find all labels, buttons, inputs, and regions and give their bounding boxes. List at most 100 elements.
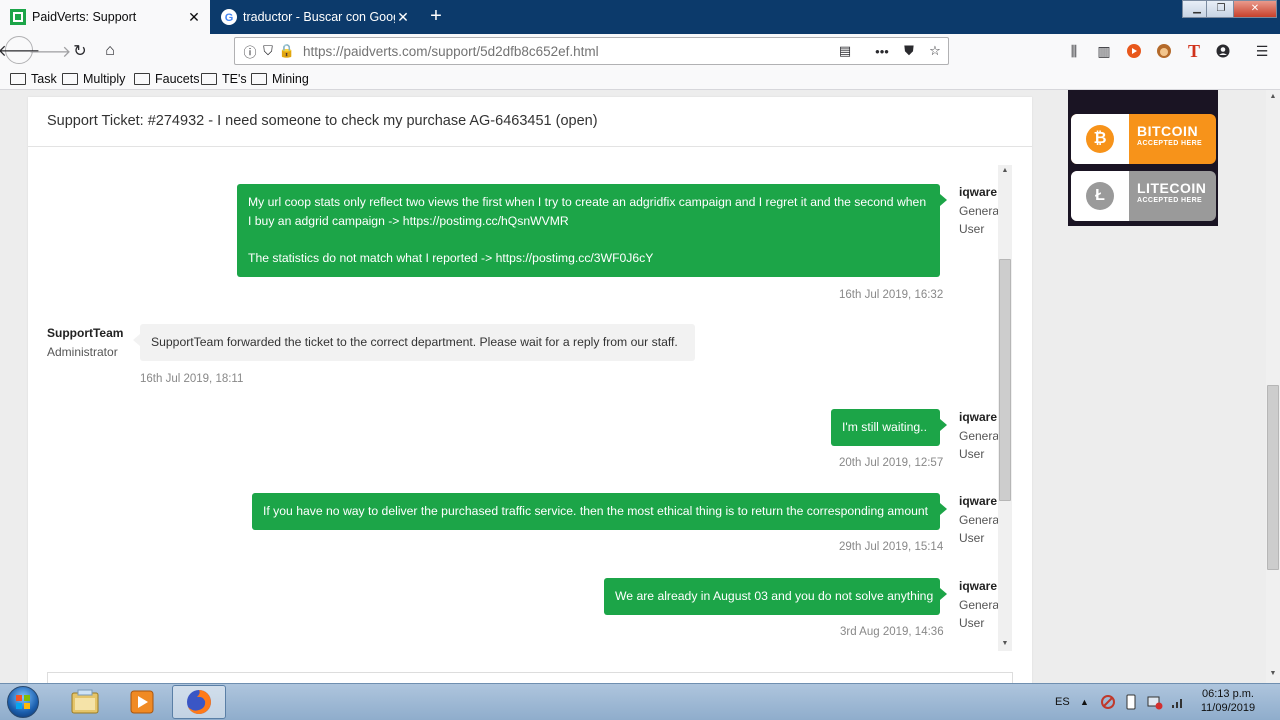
tab-strip: PaidVerts: Support ✕ G traductor - Busca…	[0, 0, 1280, 34]
clock-time: 06:13 p.m.	[1202, 688, 1254, 700]
bookmark-label: Faucets	[155, 72, 200, 86]
message-timestamp: 16th Jul 2019, 16:32	[839, 289, 944, 301]
bookmarks-toolbar: Task Multiply Faucets TE's Mining	[0, 67, 1280, 90]
author-name: SupportTeam	[47, 326, 124, 340]
sidebar-icon[interactable]: ▥	[1094, 41, 1114, 61]
bookmark-label: Mining	[272, 72, 309, 86]
page-content: Support Ticket: #274932 - I need someone…	[0, 90, 1280, 683]
author-role: User	[959, 531, 985, 546]
bitcoin-accepted-badge[interactable]: ₿ BITCOIN ACCEPTED HERE	[1071, 114, 1216, 164]
thread-scrollbar-thumb[interactable]	[999, 259, 1011, 501]
scroll-up-icon[interactable]: ▲	[1266, 93, 1280, 100]
message-line: I'm still waiting..	[842, 420, 927, 434]
ticket-header: Support Ticket: #274932 - I need someone…	[28, 97, 1032, 147]
tab-close-icon[interactable]: ✕	[395, 9, 411, 26]
author-role: General	[959, 597, 1002, 612]
url-text[interactable]: https://paidverts.com/support/5d2dfb8c65…	[303, 44, 599, 59]
bitcoin-label: BITCOIN	[1137, 123, 1199, 139]
bookmark-multiply[interactable]: Multiply	[62, 70, 125, 88]
media-player-icon	[130, 690, 154, 714]
scroll-down-icon[interactable]: ▼	[998, 640, 1012, 647]
message-line: If you have no way to deliver the purcha…	[263, 504, 929, 518]
window-close-icon[interactable]: ✕	[1233, 0, 1277, 18]
message-timestamp: 16th Jul 2019, 18:11	[140, 373, 244, 385]
taskbar-file-explorer[interactable]	[58, 685, 112, 719]
author-role: User	[959, 222, 985, 237]
reader-view-icon[interactable]: ▤	[836, 42, 854, 60]
new-tab-plus-icon[interactable]: +	[424, 3, 448, 29]
support-ticket-card: Support Ticket: #274932 - I need someone…	[28, 97, 1032, 683]
extension-monkey-icon[interactable]	[1154, 41, 1174, 61]
message-author: iqware General User	[959, 183, 1002, 239]
bookmark-tes[interactable]: TE's	[201, 70, 247, 88]
page-actions-icon[interactable]: •••	[873, 42, 891, 60]
url-bar[interactable]: ⓘ ⛉ 🔒 https://paidverts.com/support/5d2d…	[234, 37, 949, 65]
author-name: iqware	[959, 579, 998, 593]
navigation-toolbar: 🡐 🡒 ↻ ⌂ ⓘ ⛉ 🔒 https://paidverts.com/supp…	[0, 34, 1280, 67]
tab-google-translator[interactable]: G traductor - Buscar con Google ✕	[211, 0, 419, 34]
ticket-thread[interactable]: My url coop stats only reflect two views…	[28, 147, 1032, 683]
tray-app-icon[interactable]	[1100, 684, 1116, 720]
litecoin-accepted-badge[interactable]: Ł LITECOIN ACCEPTED HERE	[1071, 171, 1216, 221]
url-domain: https://paidverts.com	[303, 44, 428, 59]
folder-icon	[134, 73, 150, 85]
litecoin-sublabel: ACCEPTED HERE	[1137, 197, 1203, 204]
bitcoin-sublabel: ACCEPTED HERE	[1137, 140, 1203, 147]
lock-icon[interactable]: 🔒	[278, 42, 296, 60]
bookmark-label: TE's	[222, 72, 247, 86]
page-scrollbar-thumb[interactable]	[1267, 385, 1279, 570]
pocket-icon[interactable]: ⛊	[900, 42, 918, 60]
folder-icon	[62, 73, 78, 85]
tab-close-icon[interactable]: ✕	[186, 9, 202, 26]
folder-icon	[251, 73, 267, 85]
message-timestamp: 20th Jul 2019, 12:57	[839, 457, 944, 469]
reload-icon[interactable]: ↻	[68, 39, 92, 63]
taskbar-media-player[interactable]	[115, 685, 169, 719]
message-line: The statistics do not match what I repor…	[248, 250, 654, 265]
message-line: My url coop stats only reflect two views…	[248, 195, 927, 209]
scroll-down-icon[interactable]: ▼	[1266, 670, 1280, 677]
page-scrollbar[interactable]: ▲ ▼	[1266, 90, 1280, 683]
start-button[interactable]	[3, 684, 43, 720]
maximize-icon[interactable]: ❐	[1206, 0, 1236, 18]
volume-icon[interactable]	[1170, 684, 1186, 720]
extension-orange-icon[interactable]	[1124, 41, 1144, 61]
staff-message-bubble: SupportTeam forwarded the ticket to the …	[133, 324, 695, 361]
author-role: User	[959, 447, 985, 462]
scroll-up-icon[interactable]: ▲	[998, 167, 1012, 174]
message-author: SupportTeam Administrator	[47, 324, 123, 361]
litecoin-label: LITECOIN	[1137, 180, 1207, 196]
user-message-bubble: If you have no way to deliver the purcha…	[252, 493, 947, 530]
library-icon[interactable]: ⫼	[1064, 41, 1084, 61]
bookmark-mining[interactable]: Mining	[251, 70, 309, 88]
account-icon[interactable]	[1213, 41, 1233, 61]
tab-paidverts-support[interactable]: PaidVerts: Support ✕	[0, 0, 210, 34]
message-timestamp: 3rd Aug 2019, 14:36	[840, 626, 944, 638]
tracking-shield-icon[interactable]: ⛉	[259, 42, 277, 60]
bookmark-star-icon[interactable]: ☆	[926, 42, 944, 60]
reply-input[interactable]	[47, 672, 1013, 683]
info-icon[interactable]: ⓘ	[241, 42, 259, 60]
language-indicator[interactable]: ES	[1055, 684, 1070, 720]
author-name: iqware	[959, 185, 998, 199]
tray-safely-remove-icon[interactable]	[1124, 684, 1138, 720]
show-hidden-icons-icon[interactable]: ▲	[1080, 684, 1089, 720]
network-error-icon[interactable]	[1147, 684, 1163, 720]
crypto-ad-banner[interactable]: ₿ BITCOIN ACCEPTED HERE Ł LITECOIN ACCEP…	[1068, 90, 1218, 226]
bookmark-faucets[interactable]: Faucets	[134, 70, 199, 88]
thread-scrollbar[interactable]: ▲ ▼	[998, 165, 1012, 651]
bookmark-label: Multiply	[83, 72, 126, 86]
extension-t-icon[interactable]: T	[1184, 41, 1204, 61]
user-message-bubble: I'm still waiting..	[831, 409, 947, 446]
bookmark-task[interactable]: Task	[10, 70, 57, 88]
url-path: /support/5d2dfb8c652ef.html	[427, 44, 599, 59]
home-icon[interactable]: ⌂	[98, 39, 122, 63]
taskbar-firefox[interactable]	[172, 685, 226, 719]
firefox-icon	[187, 690, 211, 714]
message-line: I buy an adgrid campaign -> https://post…	[248, 213, 569, 228]
message-author: iqware General User	[959, 492, 1002, 548]
hamburger-menu-icon[interactable]: ☰	[1252, 41, 1272, 61]
author-role: General	[959, 203, 1002, 218]
forward-arrow-icon[interactable]: 🡒	[29, 39, 72, 63]
taskbar-clock[interactable]: 06:13 p.m. 11/09/2019	[1190, 687, 1266, 715]
